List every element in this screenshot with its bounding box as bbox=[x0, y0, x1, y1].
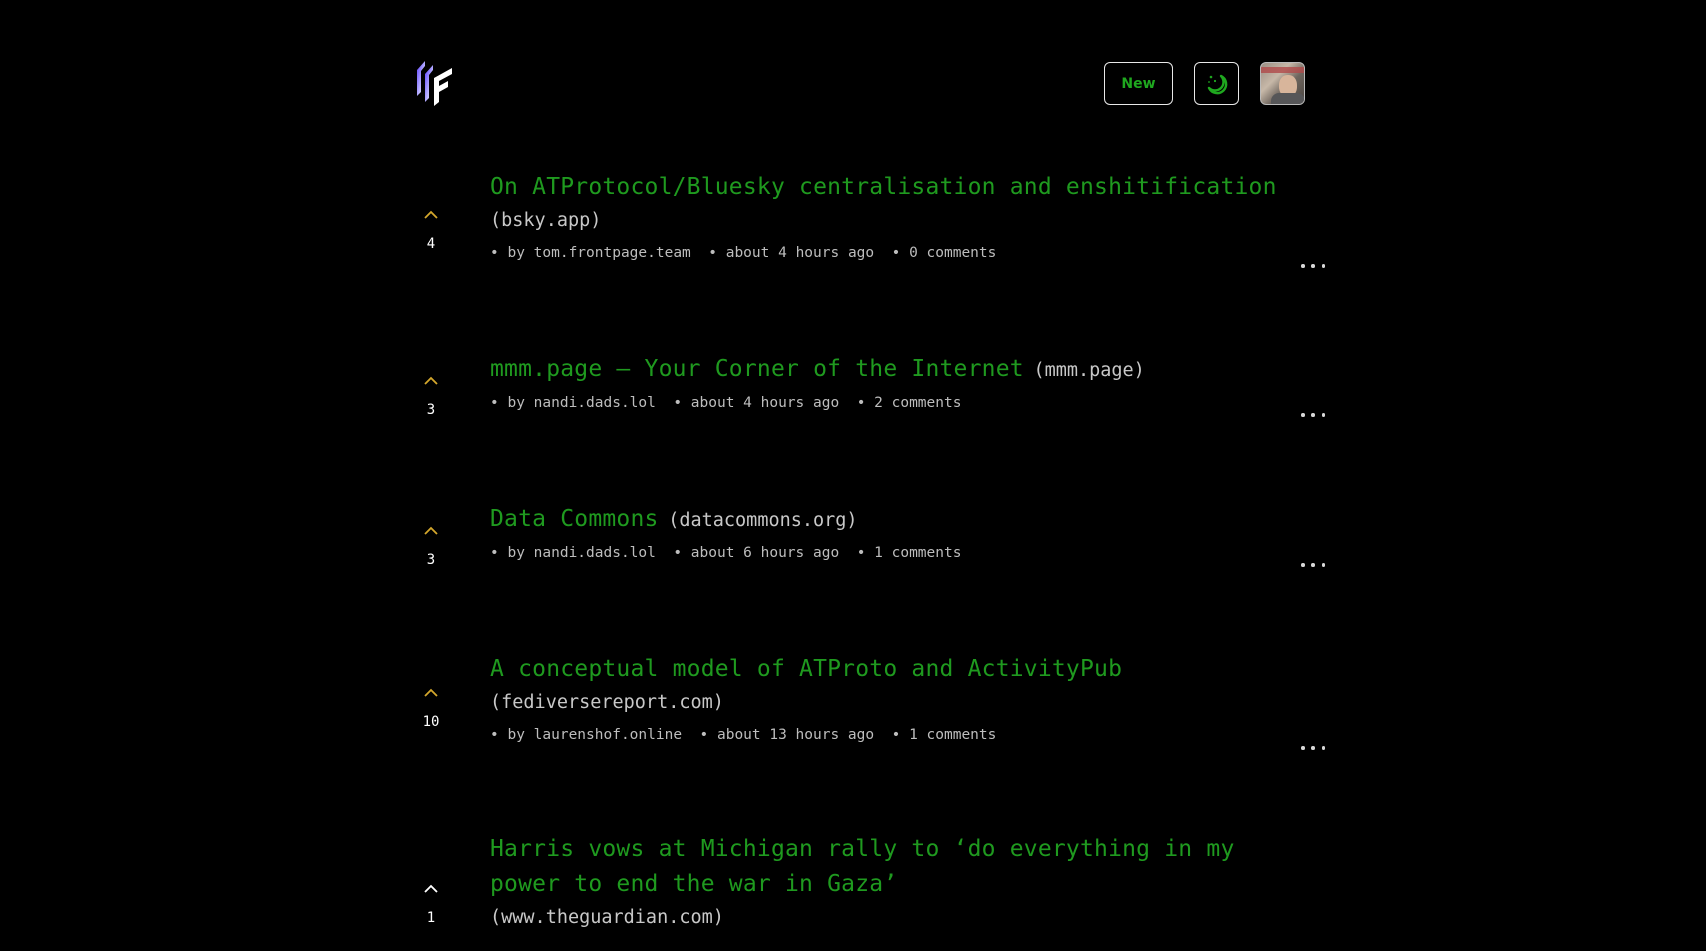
post-title-link[interactable]: On ATProtocol/Bluesky centralisation and… bbox=[490, 174, 1277, 200]
post-title-link[interactable]: A conceptual model of ATProto and Activi… bbox=[490, 656, 1122, 682]
post-content: mmm.page — Your Corner of the Internet (… bbox=[490, 352, 1325, 417]
frontpage-logo-icon[interactable] bbox=[415, 58, 455, 108]
vote-count: 3 bbox=[426, 552, 436, 568]
vote-column: 3 bbox=[415, 524, 447, 568]
post-meta: • by nandi.dads.lol • about 6 hours ago … bbox=[490, 545, 1290, 561]
avatar-photo-shirt bbox=[1271, 93, 1304, 104]
vote-count: 3 bbox=[426, 402, 436, 418]
vote-count: 10 bbox=[422, 714, 440, 730]
user-avatar[interactable] bbox=[1260, 62, 1305, 105]
post-time: • about 13 hours ago bbox=[699, 727, 875, 743]
post-domain[interactable]: (mmm.page) bbox=[1033, 360, 1144, 381]
post-title-link[interactable]: Harris vows at Michigan rally to ‘do eve… bbox=[490, 836, 1235, 897]
post-author-link[interactable]: • by nandi.dads.lol bbox=[490, 395, 656, 411]
more-options-icon[interactable] bbox=[1301, 260, 1325, 272]
post-time: • about 6 hours ago bbox=[673, 545, 840, 561]
post-comments-link[interactable]: • 1 comments bbox=[892, 727, 997, 743]
upvote-arrow-icon[interactable] bbox=[421, 686, 441, 700]
upvote-arrow-icon[interactable] bbox=[421, 524, 441, 538]
post-meta: • by laurenshof.online • about 13 hours … bbox=[490, 727, 1290, 743]
post-title-link[interactable]: Data Commons bbox=[490, 506, 659, 532]
post-comments-link[interactable]: • 2 comments bbox=[857, 395, 962, 411]
post-author-link[interactable]: • by laurenshof.online bbox=[490, 727, 682, 743]
post-domain[interactable]: (www.theguardian.com) bbox=[490, 902, 1290, 934]
post-time: • about 4 hours ago bbox=[708, 245, 875, 261]
vote-column: 1 bbox=[415, 882, 447, 926]
more-options-icon[interactable] bbox=[1301, 742, 1325, 754]
more-options-icon[interactable] bbox=[1301, 409, 1325, 421]
post-author-link[interactable]: • by nandi.dads.lol bbox=[490, 545, 656, 561]
avatar-photo-detail bbox=[1261, 67, 1304, 73]
post-domain[interactable]: (bsky.app) bbox=[490, 205, 1290, 237]
upvote-arrow-icon[interactable] bbox=[421, 882, 441, 896]
post-meta: • by tom.frontpage.team • about 4 hours … bbox=[490, 245, 1290, 261]
post-content: Data Commons (datacommons.org) • by nand… bbox=[490, 502, 1325, 567]
post-comments-link[interactable]: • 1 comments bbox=[857, 545, 962, 561]
vote-count: 1 bbox=[426, 910, 436, 926]
header: New bbox=[415, 56, 1307, 112]
post-content: Harris vows at Michigan rally to ‘do eve… bbox=[490, 832, 1290, 934]
upvote-arrow-icon[interactable] bbox=[421, 208, 441, 222]
new-post-button[interactable]: New bbox=[1104, 62, 1173, 105]
vote-column: 4 bbox=[415, 208, 447, 252]
post-time: • about 4 hours ago bbox=[673, 395, 840, 411]
vote-column: 3 bbox=[415, 374, 447, 418]
upvote-arrow-icon[interactable] bbox=[421, 374, 441, 388]
post-comments-link[interactable]: • 0 comments bbox=[892, 245, 997, 261]
post-content: On ATProtocol/Bluesky centralisation and… bbox=[490, 170, 1325, 268]
post-meta: • by nandi.dads.lol • about 4 hours ago … bbox=[490, 395, 1290, 411]
post-title-link[interactable]: mmm.page — Your Corner of the Internet bbox=[490, 356, 1024, 382]
vote-count: 4 bbox=[426, 236, 436, 252]
theme-toggle-button[interactable] bbox=[1194, 62, 1239, 105]
vote-column: 10 bbox=[415, 686, 447, 730]
post-domain[interactable]: (fediversereport.com) bbox=[490, 687, 1290, 719]
more-options-icon[interactable] bbox=[1301, 559, 1325, 571]
post-content: A conceptual model of ATProto and Activi… bbox=[490, 652, 1325, 750]
post-domain[interactable]: (datacommons.org) bbox=[668, 510, 857, 531]
post-author-link[interactable]: • by tom.frontpage.team bbox=[490, 245, 691, 261]
moon-stars-icon bbox=[1207, 74, 1227, 94]
